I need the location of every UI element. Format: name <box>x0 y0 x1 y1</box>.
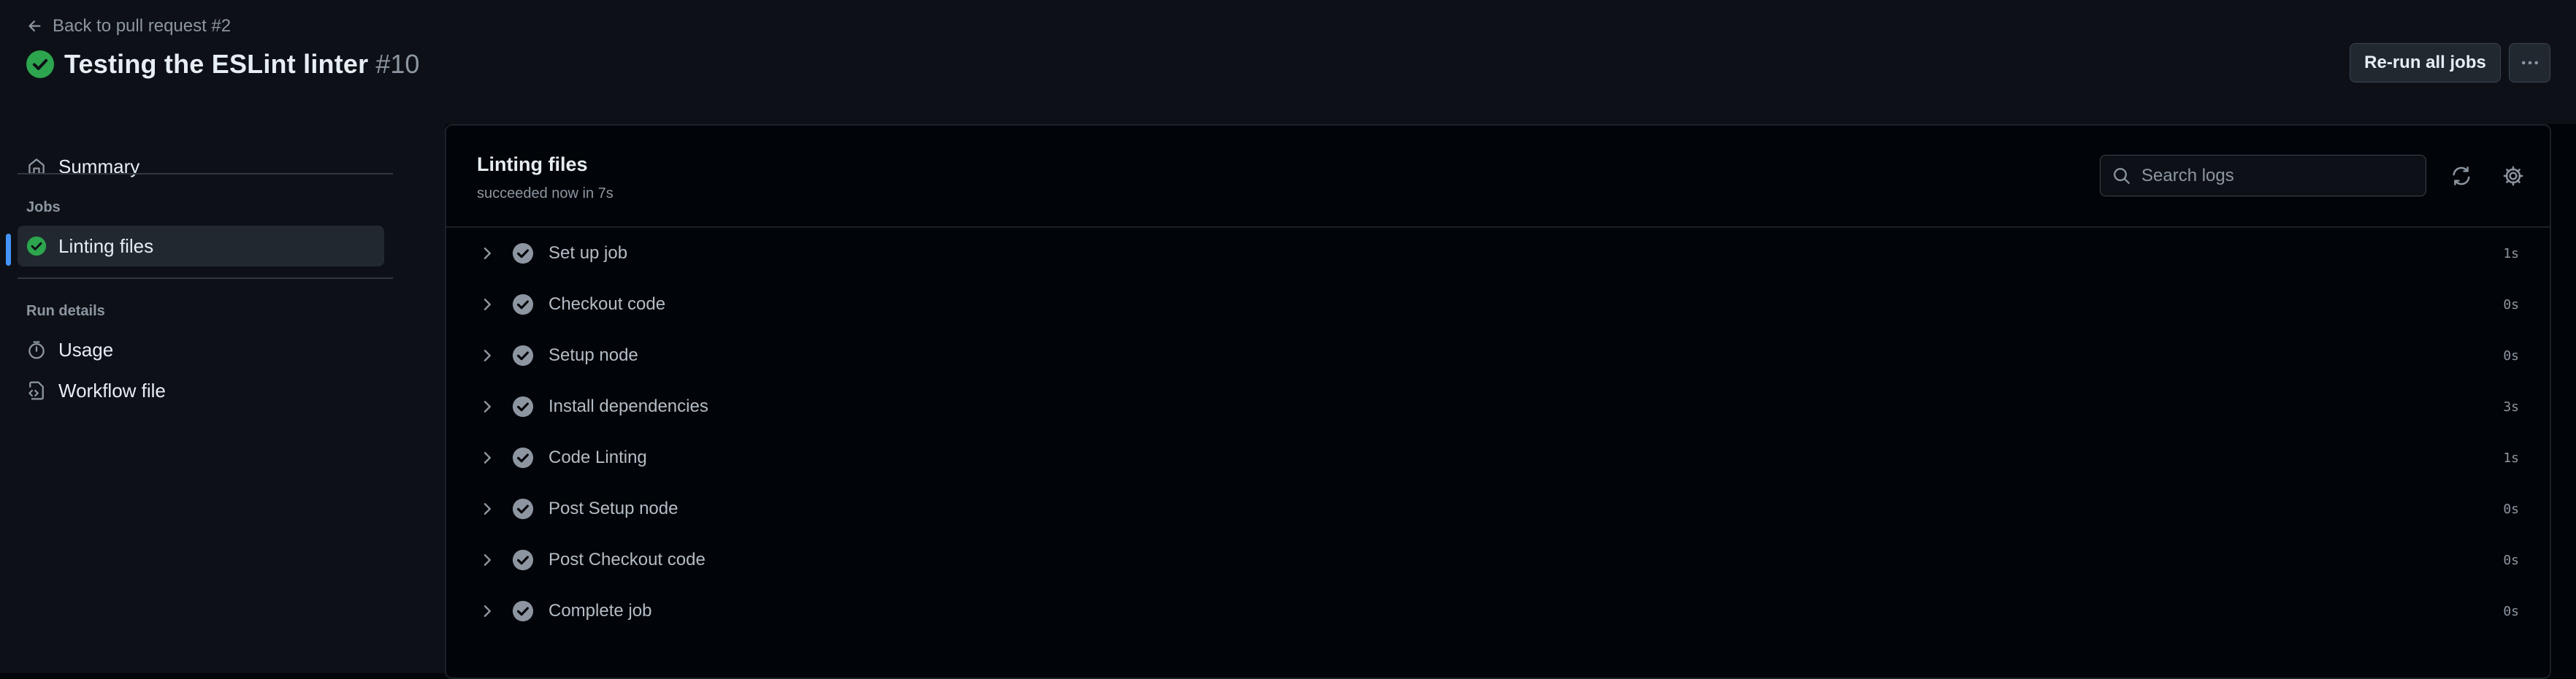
job-header: Linting files succeeded now in 7s <box>446 126 2550 228</box>
run-details-heading: Run details <box>26 303 105 319</box>
search-icon <box>2114 167 2130 184</box>
chevron-right-icon <box>484 299 491 310</box>
chevron-right-icon <box>484 248 491 259</box>
chevron-right-icon <box>484 605 491 617</box>
settings-button[interactable] <box>2501 164 2526 188</box>
check-circle-icon <box>512 294 534 315</box>
back-to-pull-request-link[interactable]: Back to pull request #2 <box>26 13 231 39</box>
step-row[interactable]: Install dependencies 3s <box>446 384 2550 429</box>
step-duration: 1s <box>2503 450 2519 466</box>
active-indicator <box>6 234 11 266</box>
step-row[interactable]: Post Setup node 0s <box>446 486 2550 532</box>
search-logs-input[interactable] <box>2140 164 2413 187</box>
step-duration: 1s <box>2503 245 2519 261</box>
check-circle-icon <box>512 345 534 367</box>
chevron-right-icon <box>484 452 491 464</box>
sidebar-divider <box>18 277 393 279</box>
step-name: Post Checkout code <box>549 550 706 569</box>
step-duration: 0s <box>2503 501 2519 517</box>
sidebar-item-label: Workflow file <box>58 379 166 402</box>
more-options-button[interactable] <box>2509 43 2550 83</box>
job-status-subtitle: succeeded now in 7s <box>477 185 614 202</box>
check-circle-icon <box>512 498 534 520</box>
chevron-right-icon <box>484 503 491 515</box>
run-number: #10 <box>375 49 420 79</box>
step-name: Checkout code <box>549 294 666 314</box>
sidebar-divider <box>18 173 393 174</box>
step-name: Complete job <box>549 601 652 621</box>
sync-icon <box>2453 166 2470 185</box>
check-circle-icon <box>26 50 54 78</box>
step-duration: 0s <box>2503 296 2519 312</box>
step-duration: 3s <box>2503 399 2519 415</box>
step-name: Install dependencies <box>549 396 708 416</box>
step-row[interactable]: Code Linting 1s <box>446 435 2550 480</box>
rerun-all-jobs-button[interactable]: Re-run all jobs <box>2350 43 2501 83</box>
file-code-icon <box>26 380 47 401</box>
job-title: Linting files <box>477 153 588 175</box>
step-name: Post Setup node <box>549 499 679 518</box>
check-circle-icon <box>512 242 534 264</box>
sidebar-item-label: Linting files <box>58 234 154 257</box>
kebab-horizontal-icon <box>2521 61 2538 65</box>
jobs-heading: Jobs <box>26 199 61 215</box>
step-row[interactable]: Set up job 1s <box>446 231 2550 276</box>
workflow-run-title: Testing the ESLint linter <box>64 49 369 79</box>
sidebar-item-summary[interactable]: Summary <box>18 146 384 187</box>
page-title: Testing the ESLint linter #10 <box>26 47 419 82</box>
step-row[interactable]: Post Checkout code 0s <box>446 537 2550 583</box>
chevron-right-icon <box>484 554 491 566</box>
step-duration: 0s <box>2503 603 2519 619</box>
sidebar-item-workflow-file[interactable]: Workflow file <box>18 370 384 411</box>
gear-icon <box>2503 166 2523 186</box>
step-row[interactable]: Checkout code 0s <box>446 282 2550 327</box>
check-circle-icon <box>512 447 534 469</box>
sidebar: Summary Jobs Linting files Run details U… <box>0 124 446 673</box>
check-circle-icon <box>512 549 534 571</box>
stopwatch-icon <box>26 340 47 360</box>
sidebar-item-usage[interactable]: Usage <box>18 329 384 370</box>
step-name: Set up job <box>549 243 628 263</box>
page-header: Back to pull request #2 Testing the ESLi… <box>0 0 2576 124</box>
step-row[interactable]: Setup node 0s <box>446 333 2550 378</box>
step-duration: 0s <box>2503 552 2519 568</box>
step-row[interactable]: Complete job 0s <box>446 588 2550 634</box>
check-circle-icon <box>26 236 47 256</box>
arrow-left-icon <box>28 20 41 32</box>
step-duration: 0s <box>2503 348 2519 364</box>
chevron-right-icon <box>484 401 491 413</box>
chevron-right-icon <box>484 350 491 361</box>
sidebar-item-linting-files[interactable]: Linting files <box>18 226 384 266</box>
step-name: Setup node <box>549 345 638 365</box>
back-link-label: Back to pull request #2 <box>53 16 232 36</box>
search-logs[interactable] <box>2100 155 2426 196</box>
check-circle-icon <box>512 600 534 622</box>
refresh-button[interactable] <box>2449 164 2474 188</box>
step-name: Code Linting <box>549 448 647 467</box>
job-log-panel: Linting files succeeded now in 7s Set up… <box>445 124 2551 679</box>
check-circle-icon <box>512 396 534 418</box>
sidebar-item-label: Usage <box>58 338 114 361</box>
